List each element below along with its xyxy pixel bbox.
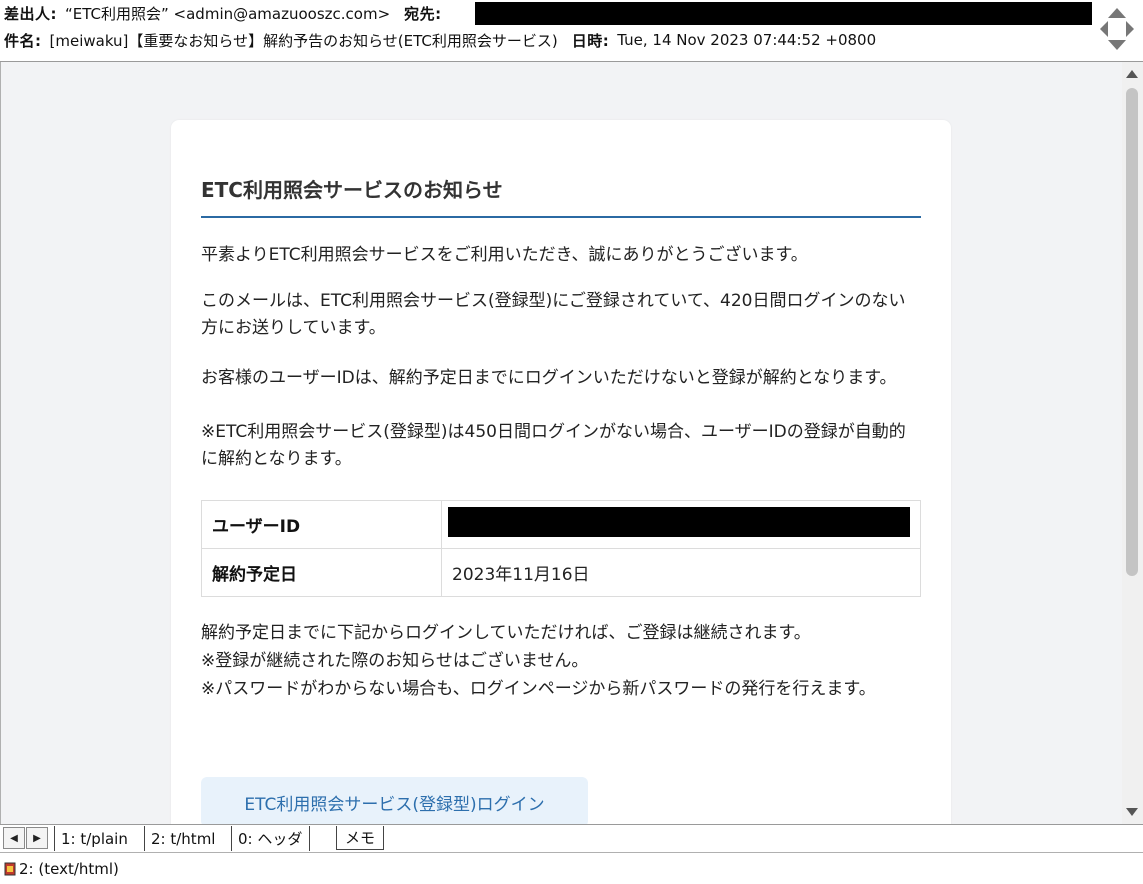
paragraph-greeting: 平素よりETC利用照会サービスをご利用いただき、誠にありがとうございます。	[201, 245, 808, 265]
paragraph-warning: お客様のユーザーIDは、解約予定日までにログインいただけないと登録が解約となりま…	[201, 368, 897, 388]
tab-header[interactable]: 0: ヘッダ	[232, 826, 310, 851]
to-redacted	[475, 2, 1092, 25]
tab-next-button[interactable]: ▶	[26, 827, 48, 849]
tab-prev-button[interactable]: ◀	[3, 827, 25, 849]
cancel-date-label: 解約予定日	[201, 548, 442, 597]
status-bar: 2: (text/html)	[0, 852, 1143, 884]
subject-row: 件名: [meiwaku]【重要なお知らせ】解約予告のお知らせ(ETC利用照会サ…	[4, 28, 876, 52]
from-label: 差出人:	[4, 4, 57, 23]
to-label: 宛先:	[404, 4, 442, 23]
login-button[interactable]: ETC利用照会サービス(登録型)ログイン	[201, 777, 588, 824]
move-arrows-icon[interactable]	[1098, 6, 1136, 52]
scroll-thumb[interactable]	[1126, 88, 1138, 576]
scroll-up-icon[interactable]	[1126, 70, 1138, 78]
tab-text-html[interactable]: 2: t/html	[144, 826, 232, 851]
date-label: 日時:	[571, 31, 610, 50]
email-title: ETC利用照会サービスのお知らせ	[201, 178, 503, 202]
html-part-icon	[4, 862, 16, 875]
table-row: 解約予定日 2023年11月16日	[201, 548, 921, 597]
from-value: “ETC利用照会” <admin@amazuooszc.com>	[65, 4, 391, 23]
message-viewer[interactable]: ETC利用照会サービスのお知らせ 平素よりETC利用照会サービスをご利用いただき…	[0, 62, 1122, 824]
paragraph-continue: 解約予定日までに下記からログインしていただければ、ご登録は継続されます。	[201, 623, 811, 643]
paragraph-reason: このメールは、ETC利用照会サービス(登録型)にご登録されていて、420日間ログ…	[201, 291, 906, 338]
cancel-date-value: 2023年11月16日	[441, 548, 921, 597]
tab-text-plain[interactable]: 1: t/plain	[54, 826, 144, 851]
part-tab-bar: ◀ ▶ 1: t/plain 2: t/html 0: ヘッダ メモ	[0, 824, 1143, 852]
date-value: Tue, 14 Nov 2023 07:44:52 +0800	[617, 31, 877, 49]
user-id-redacted	[448, 507, 910, 537]
status-text: 2: (text/html)	[19, 859, 119, 878]
paragraph-continue-note1: ※登録が継続された際のお知らせはございません。	[201, 651, 589, 671]
scroll-down-icon[interactable]	[1126, 808, 1138, 816]
title-divider	[201, 216, 921, 218]
vertical-scrollbar[interactable]	[1122, 62, 1143, 824]
memo-button[interactable]: メモ	[336, 826, 384, 850]
table-row: ユーザーID	[201, 500, 921, 549]
mail-header: 差出人: “ETC利用照会” <admin@amazuooszc.com> 宛先…	[0, 0, 1143, 62]
user-id-label: ユーザーID	[201, 500, 442, 549]
email-card: ETC利用照会サービスのお知らせ 平素よりETC利用照会サービスをご利用いただき…	[171, 120, 951, 824]
subject-value: [meiwaku]【重要なお知らせ】解約予告のお知らせ(ETC利用照会サービス)	[49, 31, 558, 50]
paragraph-continue-note2: ※パスワードがわからない場合も、ログインページから新パスワードの発行を行えます。	[201, 679, 876, 699]
user-id-value	[441, 500, 921, 549]
subject-label: 件名:	[4, 31, 42, 50]
account-info-table: ユーザーID 解約予定日 2023年11月16日	[201, 500, 921, 597]
paragraph-warning-note: ※ETC利用照会サービス(登録型)は450日間ログインがない場合、ユーザーIDの…	[201, 422, 906, 469]
from-row: 差出人: “ETC利用照会” <admin@amazuooszc.com> 宛先…	[4, 1, 450, 25]
